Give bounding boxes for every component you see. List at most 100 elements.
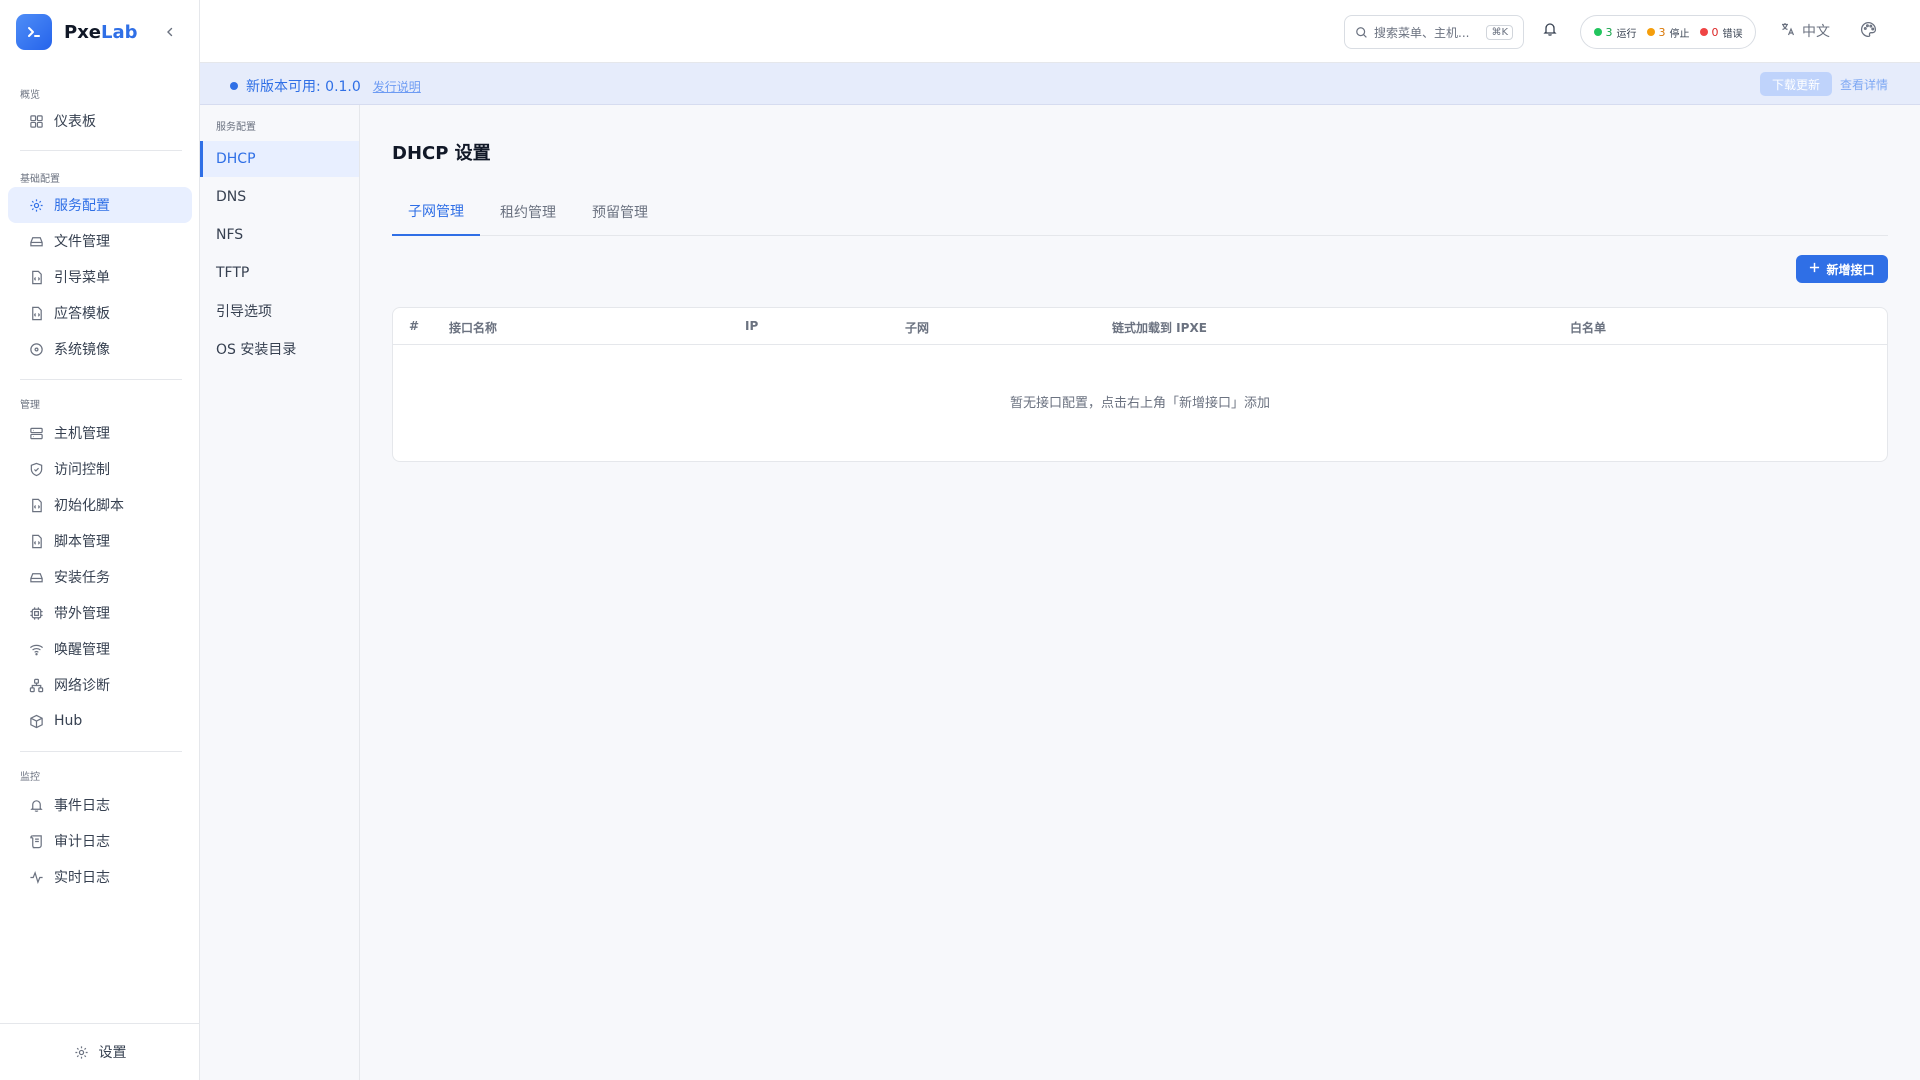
palette-icon[interactable]	[1860, 21, 1877, 38]
search-placeholder: 搜索菜单、主机...	[1374, 25, 1470, 40]
sidebar: PxeLab 概览 仪表板 基础配置 服务配置 文件管理 引导菜单 应答模板 系…	[0, 0, 200, 1080]
sidebar-item-label: 事件日志	[54, 798, 110, 814]
scroll-icon	[28, 833, 44, 849]
status-error: 0 错误	[1699, 25, 1743, 40]
drive-icon	[28, 569, 44, 585]
sidebar-item-boot-menu[interactable]: 引导菜单	[8, 259, 192, 295]
sidebar-item-hub[interactable]: Hub	[8, 703, 192, 739]
language-switcher[interactable]: 中文	[1780, 21, 1830, 41]
status-stopped: 3 停止	[1646, 25, 1690, 40]
sidebar-item-host-management[interactable]: 主机管理	[8, 415, 192, 451]
search-shortcut: ⌘K	[1486, 24, 1513, 40]
brand[interactable]: PxeLab	[16, 14, 138, 50]
subnav-item-os-install-dir[interactable]: OS 安装目录	[200, 331, 359, 367]
status-dot-stopped	[1646, 28, 1655, 36]
search-icon	[1355, 26, 1368, 39]
subnav-item-dhcp[interactable]: DHCP	[200, 141, 359, 177]
page-title: DHCP 设置	[392, 143, 491, 164]
sidebar-item-init-script[interactable]: 初始化脚本	[8, 487, 192, 523]
tab-lease-management[interactable]: 租约管理	[484, 187, 572, 236]
chevron-left-icon[interactable]	[160, 20, 180, 44]
bell-icon[interactable]	[1542, 21, 1558, 37]
sidebar-item-label: 引导菜单	[54, 270, 110, 286]
subnav-item-nfs[interactable]: NFS	[200, 217, 359, 253]
grid-icon	[28, 113, 44, 129]
view-details-link[interactable]: 查看详情	[1840, 76, 1888, 93]
section-title-overview: 概览	[20, 90, 40, 101]
subnav-item-boot-options[interactable]: 引导选项	[200, 293, 359, 329]
server-icon	[28, 425, 44, 441]
service-subnav: 服务配置 DHCP DNS NFS TFTP 引导选项 OS 安装目录	[200, 105, 360, 1080]
tab-subnet-management[interactable]: 子网管理	[392, 187, 480, 236]
column-header-interface-name: 接口名称	[449, 321, 498, 335]
shield-icon	[28, 461, 44, 477]
plus-icon	[1809, 262, 1820, 276]
sidebar-item-event-log[interactable]: 事件日志	[8, 787, 192, 823]
service-status-pill[interactable]: 3 运行 3 停止 0 错误	[1580, 15, 1756, 49]
sidebar-item-label: 安装任务	[54, 570, 110, 586]
sidebar-item-script-management[interactable]: 脚本管理	[8, 523, 192, 559]
divider	[20, 379, 182, 380]
download-update-button[interactable]: 下载更新	[1760, 72, 1832, 96]
sidebar-item-label: 带外管理	[54, 606, 110, 622]
divider	[20, 150, 182, 151]
sidebar-item-service-config[interactable]: 服务配置	[8, 187, 192, 223]
empty-state: 暂无接口配置，点击右上角「新增接口」添加	[1009, 396, 1270, 411]
sidebar-item-access-control[interactable]: 访问控制	[8, 451, 192, 487]
cube-icon	[28, 713, 44, 729]
sidebar-item-label: 仪表板	[54, 114, 96, 130]
column-header-subnet: 子网	[905, 321, 930, 335]
sidebar-item-label: Hub	[54, 713, 83, 729]
translate-icon	[1780, 21, 1796, 41]
sidebar-item-audit-log[interactable]: 审计日志	[8, 823, 192, 859]
interface-table: # 接口名称 IP 子网 链式加载到 IPXE 白名单 暂无接口配置，点击右上角…	[392, 307, 1888, 462]
terminal-icon	[16, 14, 52, 50]
sidebar-item-dashboard[interactable]: 仪表板	[8, 103, 192, 139]
activity-icon	[28, 869, 44, 885]
top-header: 搜索菜单、主机... ⌘K 3 运行 3 停止 0 错误 中文	[200, 0, 1920, 63]
sidebar-item-out-of-band[interactable]: 带外管理	[8, 595, 192, 631]
language-label: 中文	[1802, 24, 1830, 40]
section-title-basic-config: 基础配置	[20, 174, 60, 185]
update-dot	[230, 82, 238, 90]
sidebar-item-label: 脚本管理	[54, 534, 110, 550]
sidebar-item-answer-template[interactable]: 应答模板	[8, 295, 192, 331]
update-text: 新版本可用: 0.1.0	[246, 79, 361, 95]
network-icon	[28, 677, 44, 693]
sidebar-item-realtime-log[interactable]: 实时日志	[8, 859, 192, 895]
column-header-index: #	[409, 319, 420, 333]
gear-icon	[28, 197, 44, 213]
disc-icon	[28, 341, 44, 357]
main-content: DHCP 设置 子网管理 租约管理 预留管理 新增接口 # 接口名称 IP 子网…	[360, 105, 1920, 1080]
bell-icon	[28, 797, 44, 813]
sidebar-item-install-tasks[interactable]: 安装任务	[8, 559, 192, 595]
status-dot-running	[1593, 28, 1602, 36]
subnav-item-tftp[interactable]: TFTP	[200, 255, 359, 291]
release-notes-link[interactable]: 发行说明	[373, 78, 421, 95]
sidebar-item-system-image[interactable]: 系统镜像	[8, 331, 192, 367]
sidebar-item-wake-management[interactable]: 唤醒管理	[8, 631, 192, 667]
file-code-icon	[28, 269, 44, 285]
sidebar-item-network-diagnostics[interactable]: 网络诊断	[8, 667, 192, 703]
table-header-row: # 接口名称 IP 子网 链式加载到 IPXE 白名单	[393, 308, 1887, 345]
settings-button[interactable]: 设置	[0, 1023, 200, 1080]
sidebar-item-file-management[interactable]: 文件管理	[8, 223, 192, 259]
chip-icon	[28, 605, 44, 621]
tab-bar: 子网管理 租约管理 预留管理	[392, 187, 1888, 236]
sidebar-item-label: 网络诊断	[54, 678, 110, 694]
sidebar-item-label: 主机管理	[54, 426, 110, 442]
sidebar-item-label: 审计日志	[54, 834, 110, 850]
column-header-ip: IP	[745, 319, 759, 333]
search-input[interactable]: 搜索菜单、主机... ⌘K	[1344, 15, 1524, 49]
subnav-item-dns[interactable]: DNS	[200, 179, 359, 215]
subnav-title: 服务配置	[216, 122, 256, 133]
file-code-icon	[28, 497, 44, 513]
sidebar-item-label: 唤醒管理	[54, 642, 110, 658]
section-title-management: 管理	[20, 400, 40, 411]
file-code-icon	[28, 533, 44, 549]
file-code-icon	[28, 305, 44, 321]
add-interface-button[interactable]: 新增接口	[1796, 255, 1888, 283]
gear-icon	[74, 1045, 89, 1060]
tab-reservation-management[interactable]: 预留管理	[576, 187, 664, 236]
status-running: 3 运行	[1593, 25, 1637, 40]
